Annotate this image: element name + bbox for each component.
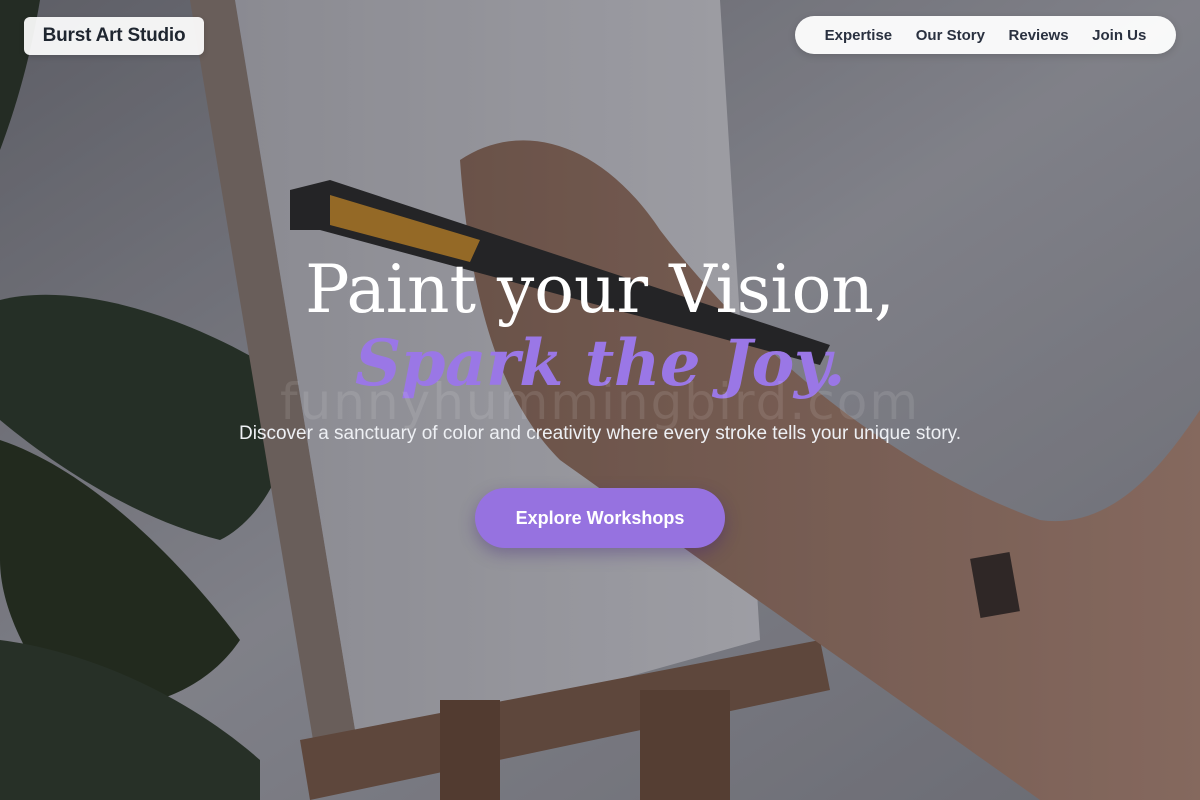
nav-link-join-us[interactable]: Join Us [1092,27,1146,44]
nav-link-our-story[interactable]: Our Story [916,27,985,44]
nav-link-reviews[interactable]: Reviews [1009,27,1069,44]
main-nav: Expertise Our Story Reviews Join Us [795,16,1176,54]
nav-link-expertise[interactable]: Expertise [825,27,893,44]
hero-section: Burst Art Studio Expertise Our Story Rev… [0,0,1200,800]
explore-workshops-button[interactable]: Explore Workshops [475,488,725,548]
logo-text[interactable]: Burst Art Studio [43,25,186,47]
hero-title: Paint your Vision, [305,251,895,328]
logo[interactable]: Burst Art Studio [24,17,204,55]
hero-tagline: Discover a sanctuary of color and creati… [239,423,961,444]
